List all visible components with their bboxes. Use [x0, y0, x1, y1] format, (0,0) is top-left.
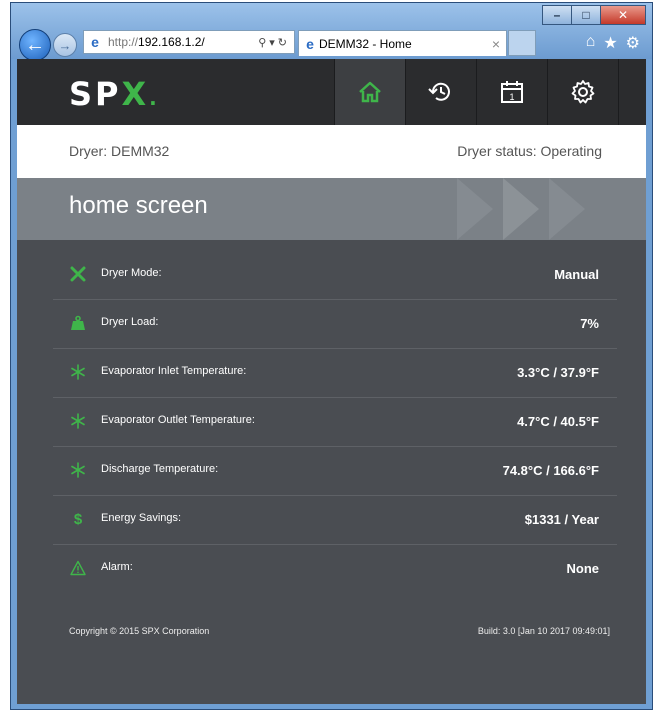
- snowflake-icon: [69, 363, 87, 381]
- snowflake-icon: [69, 461, 87, 479]
- tab-title: DEMM32 - Home: [319, 36, 412, 51]
- status-row-evap-inlet-temp: Evaporator Inlet Temperature: 3.3°C / 37…: [53, 349, 617, 398]
- favorites-star-icon[interactable]: ★: [603, 33, 617, 53]
- page-title: home screen: [69, 192, 208, 219]
- nav-settings[interactable]: [547, 59, 618, 125]
- chevron-decoration: [457, 178, 493, 240]
- row-value: 74.8°C / 166.6°F: [502, 463, 599, 478]
- ie-icon: e: [306, 35, 314, 52]
- nav-home[interactable]: [334, 59, 405, 125]
- tab-home[interactable]: e DEMM32 - Home ×: [298, 30, 507, 56]
- spx-logo: SPX.: [69, 75, 160, 113]
- address-bar[interactable]: e http:// 192.168.1.2/ ⚲▾↻: [83, 30, 295, 54]
- tab-close-icon[interactable]: ×: [492, 36, 500, 52]
- history-icon: [428, 82, 450, 101]
- maximize-button[interactable]: □: [571, 5, 601, 25]
- logo-text: SP: [69, 75, 122, 113]
- browser-window: – □ ✕ ← → e http:// 192.168.1.2/ ⚲▾↻ e D…: [10, 2, 653, 710]
- chevron-decoration: [503, 178, 539, 240]
- nav-spacer: [618, 59, 647, 125]
- calendar-icon: 1: [501, 81, 523, 103]
- chevron-decoration: [549, 178, 585, 240]
- row-label: Evaporator Inlet Temperature:: [101, 365, 247, 377]
- back-button[interactable]: ←: [19, 29, 51, 61]
- address-host: 192.168.1.2/: [138, 35, 205, 49]
- browser-titlebar: – □ ✕ ← → e http:// 192.168.1.2/ ⚲▾↻ e D…: [11, 3, 652, 61]
- row-value: 7%: [580, 316, 599, 331]
- dryer-status: Dryer status: Operating: [457, 143, 602, 159]
- page-content: SPX. 1 Dryer: DEMM32 Dryer status: Opera…: [17, 59, 646, 704]
- search-refresh-icons[interactable]: ⚲▾↻: [258, 36, 290, 49]
- logo-accent: X: [121, 75, 150, 113]
- logo-dot: .: [149, 86, 160, 110]
- row-label: Alarm:: [101, 561, 133, 573]
- calendar-day: 1: [509, 92, 514, 102]
- dollar-icon: $: [73, 510, 83, 528]
- settings-gear-icon[interactable]: ⚙: [626, 33, 640, 53]
- dryer-name: Dryer: DEMM32: [69, 143, 170, 159]
- info-bar: Dryer: DEMM32 Dryer status: Operating: [17, 125, 646, 178]
- status-list: Dryer Mode: Manual Dryer Load: 7% Evapor…: [53, 251, 617, 593]
- arrow-left-icon: ←: [25, 33, 45, 56]
- browser-toolbar: ⌂ ★ ⚙: [586, 33, 640, 53]
- gear-icon: [571, 80, 595, 104]
- row-label: Dryer Mode:: [101, 267, 162, 279]
- window-controls: – □ ✕: [542, 5, 646, 25]
- status-row-energy-savings: $ Energy Savings: $1331 / Year: [53, 496, 617, 545]
- forward-button[interactable]: →: [53, 33, 77, 57]
- snowflake-icon: [69, 412, 87, 430]
- row-label: Discharge Temperature:: [101, 463, 219, 475]
- status-row-dryer-mode: Dryer Mode: Manual: [53, 251, 617, 300]
- copyright-text: Copyright © 2015 SPX Corporation: [69, 626, 210, 636]
- page-banner: home screen: [17, 178, 646, 240]
- tools-icon: [69, 265, 87, 283]
- row-label: Dryer Load:: [101, 316, 159, 328]
- row-value: None: [566, 561, 600, 576]
- nav-calendar[interactable]: 1: [476, 59, 547, 125]
- row-value: 4.7°C / 40.5°F: [517, 414, 599, 429]
- status-row-evap-outlet-temp: Evaporator Outlet Temperature: 4.7°C / 4…: [53, 398, 617, 447]
- home-icon: [359, 81, 381, 103]
- minimize-button[interactable]: –: [542, 5, 572, 25]
- weight-icon: [69, 314, 87, 332]
- build-info: Build: 3.0 [Jan 10 2017 09:49:01]: [477, 626, 610, 636]
- close-button[interactable]: ✕: [600, 5, 646, 25]
- ie-icon: e: [91, 34, 99, 50]
- address-protocol: http://: [108, 35, 139, 49]
- status-row-discharge-temp: Discharge Temperature: 74.8°C / 166.6°F: [53, 447, 617, 496]
- home-icon[interactable]: ⌂: [586, 33, 596, 53]
- status-row-alarm: Alarm: None: [53, 545, 617, 593]
- row-label: Energy Savings:: [101, 512, 182, 524]
- status-row-dryer-load: Dryer Load: 7%: [53, 300, 617, 349]
- row-label: Evaporator Outlet Temperature:: [101, 414, 255, 426]
- new-tab-button[interactable]: [508, 30, 536, 56]
- row-value: 3.3°C / 37.9°F: [517, 365, 599, 380]
- row-value: Manual: [554, 267, 599, 282]
- warning-icon: [69, 559, 87, 577]
- nav-history[interactable]: [405, 59, 476, 125]
- row-value: $1331 / Year: [524, 512, 599, 527]
- app-header: SPX. 1: [17, 59, 646, 125]
- arrow-right-icon: →: [58, 37, 72, 53]
